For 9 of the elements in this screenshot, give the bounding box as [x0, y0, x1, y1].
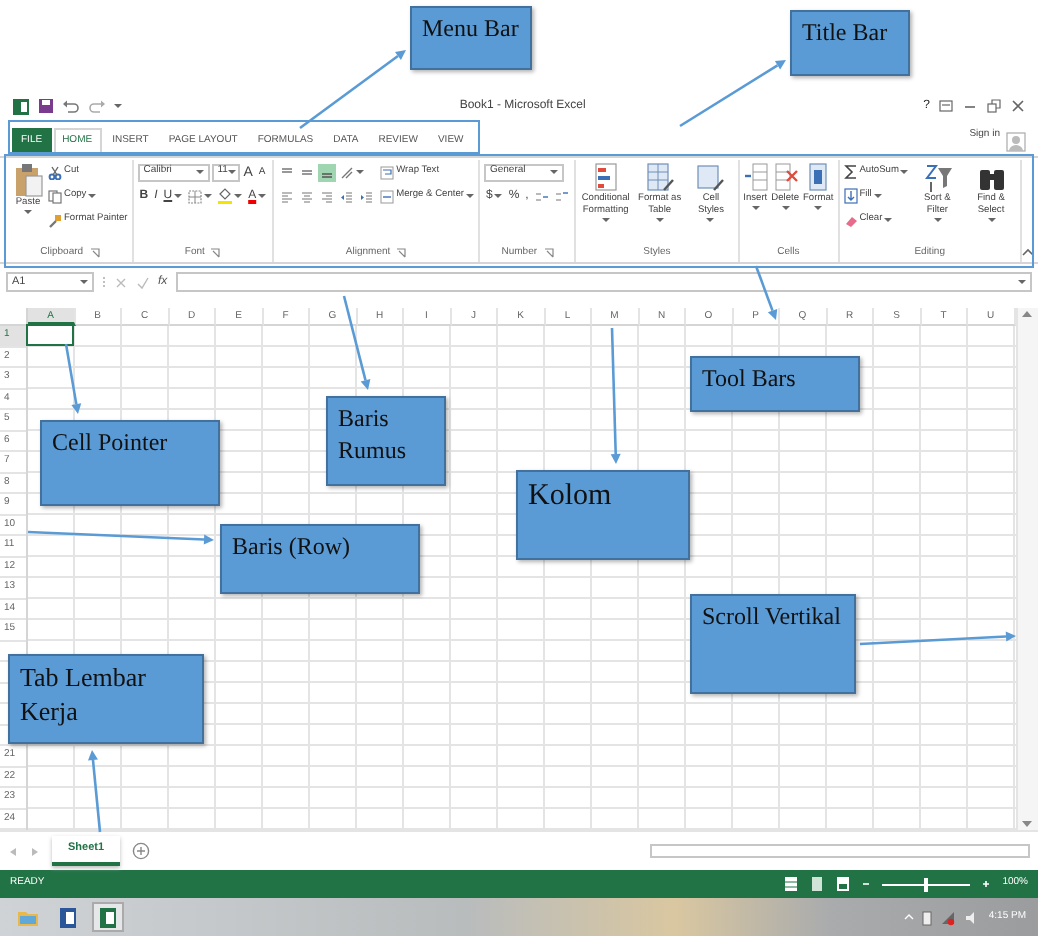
callout-label: Menu Bar: [410, 6, 532, 70]
callout-label: Title Bar: [790, 10, 910, 76]
callout-label: Baris (Row): [220, 524, 420, 594]
callout-label: Cell Pointer: [40, 420, 220, 506]
callout-label: Tool Bars: [690, 356, 860, 412]
callout-label: Tab Lembar Kerja: [8, 654, 204, 744]
callout-label: Scroll Vertikal: [690, 594, 856, 694]
callout-label: Kolom: [516, 470, 690, 560]
callout-label: Baris Rumus: [326, 396, 446, 486]
